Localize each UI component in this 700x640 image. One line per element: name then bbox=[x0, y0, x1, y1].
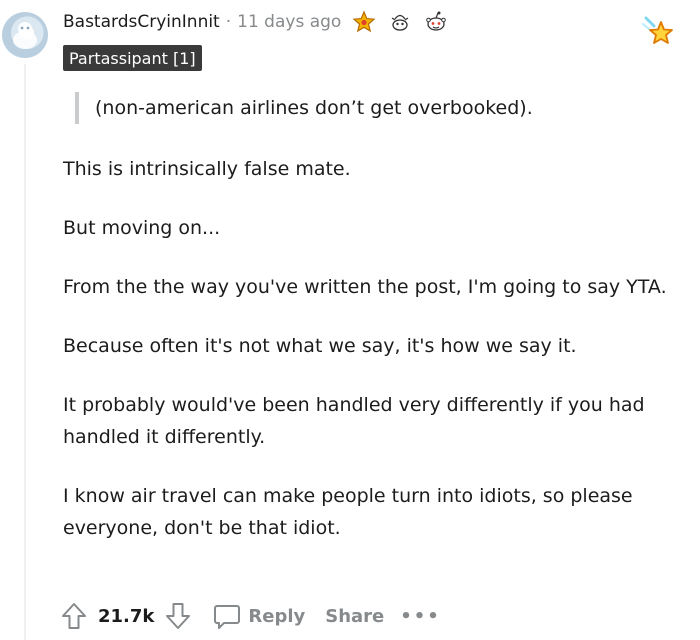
give-award-icon[interactable] bbox=[640, 14, 676, 50]
timestamp[interactable]: 11 days ago bbox=[237, 12, 341, 32]
comment-bubble-icon bbox=[212, 601, 242, 631]
reply-label: Reply bbox=[248, 605, 306, 627]
share-button[interactable]: Share bbox=[321, 606, 388, 627]
comment-paragraph: This is intrinsically false mate. bbox=[63, 158, 351, 180]
gift-award-icon[interactable] bbox=[387, 10, 413, 34]
comment-paragraph: From the the way you've written the post… bbox=[63, 276, 667, 298]
comment-actions: 21.7k Reply Share ••• bbox=[60, 598, 441, 634]
comment-paragraph: I know air travel can make people turn i… bbox=[63, 485, 633, 539]
comment-paragraph: It probably would've been handled very d… bbox=[63, 394, 645, 448]
user-flair: Partassipant [1] bbox=[63, 45, 202, 71]
star-award-icon[interactable] bbox=[351, 10, 377, 34]
upvote-icon[interactable] bbox=[60, 601, 88, 631]
comment-header: BastardsCryinInnit · 11 days ago bbox=[63, 9, 449, 35]
blockquote: (non-american airlines don’t get overboo… bbox=[75, 92, 683, 124]
comment-paragraph: Because often it's not what we say, it's… bbox=[63, 335, 577, 357]
separator-dot: · bbox=[225, 12, 232, 32]
more-options-icon[interactable]: ••• bbox=[400, 606, 441, 627]
thread-line[interactable] bbox=[24, 64, 26, 640]
vote-count: 21.7k bbox=[98, 605, 155, 627]
username[interactable]: BastardsCryinInnit bbox=[63, 12, 220, 32]
downvote-icon[interactable] bbox=[164, 601, 192, 631]
comment-body: (non-american airlines don’t get overboo… bbox=[63, 92, 683, 571]
snoo-award-icon[interactable] bbox=[423, 10, 449, 34]
reply-button[interactable]: Reply bbox=[208, 601, 309, 631]
comment-paragraph: But moving on... bbox=[63, 217, 221, 239]
share-label: Share bbox=[325, 605, 385, 627]
avatar[interactable] bbox=[2, 12, 48, 58]
avatar-snoo-icon bbox=[13, 22, 37, 49]
